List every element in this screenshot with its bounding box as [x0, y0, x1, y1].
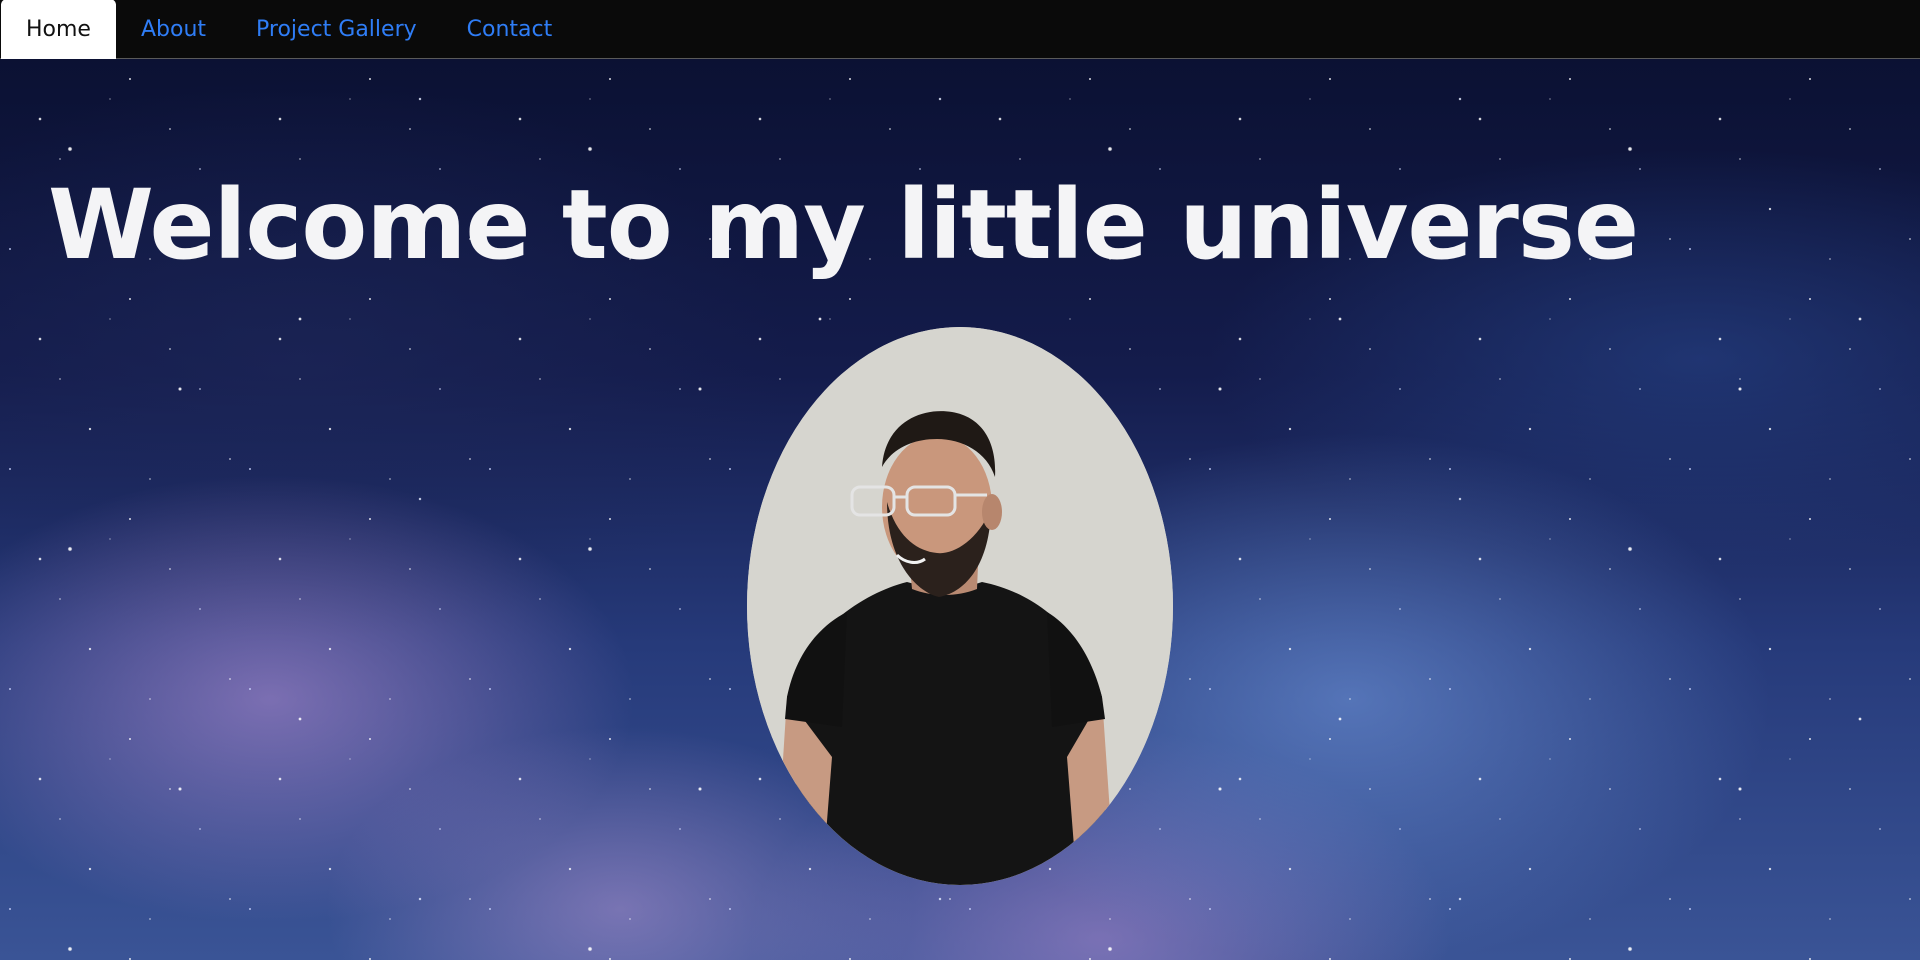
- portrait-illustration: [747, 327, 1173, 885]
- nav-item-home[interactable]: Home: [1, 0, 116, 59]
- top-navbar: Home About Project Gallery Contact: [0, 0, 1920, 59]
- nav-tabs: Home About Project Gallery Contact: [0, 0, 578, 59]
- nav-item-about[interactable]: About: [116, 0, 231, 59]
- hero-heading: Welcome to my little universe: [48, 169, 1639, 281]
- hero-section: Welcome to my little universe: [0, 59, 1920, 960]
- profile-portrait: [747, 327, 1173, 885]
- nav-item-contact[interactable]: Contact: [442, 0, 578, 59]
- nav-item-project-gallery[interactable]: Project Gallery: [231, 0, 442, 59]
